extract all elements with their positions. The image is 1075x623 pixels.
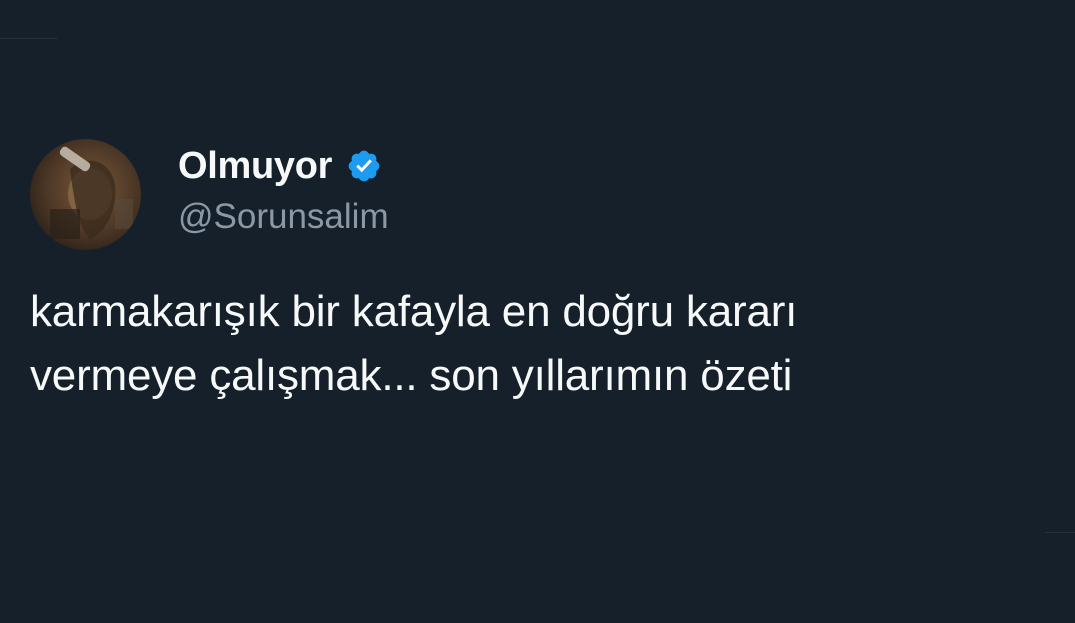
avatar[interactable] <box>30 139 141 250</box>
tweet-text-line: vermeye çalışmak... son yıllarımın özeti <box>30 351 793 400</box>
username-handle[interactable]: @Sorunsalim <box>178 196 389 238</box>
tweet-text: karmakarışık bir kafayla en doğru kararı… <box>30 280 1030 408</box>
divider-line <box>1045 532 1075 533</box>
display-name-text[interactable]: Olmuyor <box>178 145 332 188</box>
tweet-text-line: karmakarışık bir kafayla en doğru kararı <box>30 287 798 336</box>
divider-line <box>0 38 58 39</box>
verified-badge-icon <box>346 148 382 184</box>
avatar-photo <box>30 139 141 250</box>
tweet-card: Olmuyor @Sorunsalim karmakarışık bir kaf… <box>0 0 1075 623</box>
display-name[interactable]: Olmuyor <box>178 144 382 188</box>
